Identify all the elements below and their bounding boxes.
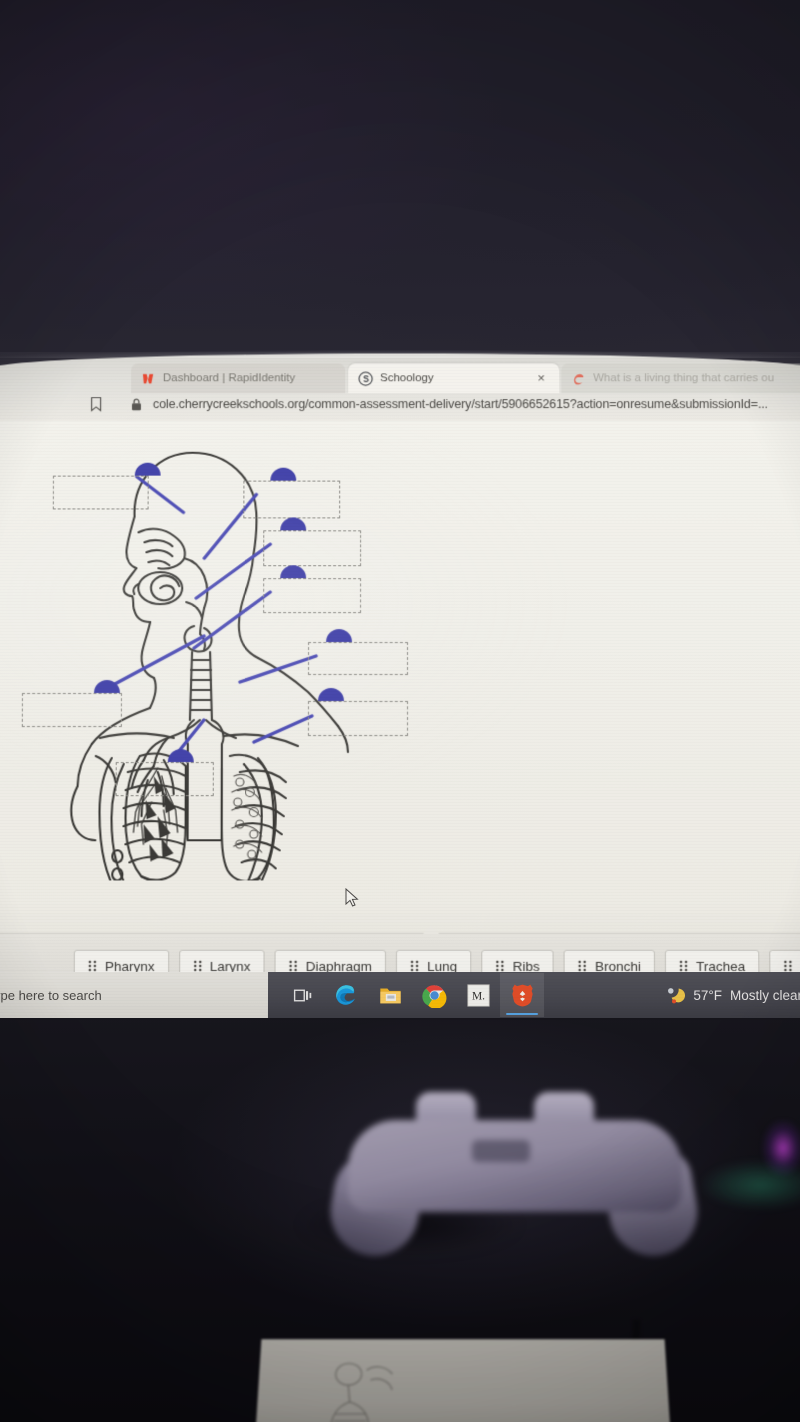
drag-handle-icon	[410, 960, 419, 972]
search-placeholder-text: ype here to search	[0, 987, 102, 1003]
svg-text:M.: M.	[471, 990, 484, 1002]
assessment-page-body: Pharynx Larynx Diaphragm Lung Ribs Bronc…	[0, 420, 800, 1002]
monitor-screen: Dashboard | RapidIdentity Schoology × Wh…	[0, 352, 800, 1020]
edge-glyph	[336, 985, 355, 1005]
task-view-icon[interactable]	[280, 973, 324, 1017]
microsoft-edge-icon[interactable]	[324, 973, 368, 1017]
weather-condition: Mostly clear	[729, 987, 800, 1003]
drag-handle-icon	[193, 960, 202, 972]
folder-glyph	[379, 988, 401, 1003]
chrome-glyph	[421, 984, 446, 1008]
browser-omnibox-row[interactable]: cole.cherrycreekschools.org/common-asses…	[0, 389, 800, 419]
m-app-glyph: M.	[466, 984, 490, 1006]
browser-tabstrip: Dashboard | RapidIdentity Schoology × Wh…	[0, 359, 800, 394]
taskbar-weather-widget[interactable]: 57°F Mostly clear	[663, 972, 800, 1018]
m-app-icon[interactable]: M.	[456, 973, 500, 1017]
url-text[interactable]: cole.cherrycreekschools.org/common-asses…	[153, 397, 768, 411]
windows-taskbar: ype here to search M. 57°F Mostly clear	[0, 972, 800, 1018]
photo-of-monitor-scene: Dashboard | RapidIdentity Schoology × Wh…	[0, 0, 800, 1422]
drag-handle-icon	[784, 960, 792, 972]
game-controller	[323, 1080, 705, 1263]
tab-title: Schoology	[380, 372, 434, 385]
taskbar-search-box[interactable]: ype here to search	[0, 972, 269, 1018]
drop-target-upper-right-1[interactable]	[243, 480, 341, 519]
weather-temperature: 57°F	[693, 987, 723, 1003]
lock-icon	[131, 398, 142, 410]
drag-handle-icon	[679, 960, 688, 972]
drop-target-upper-right-3[interactable]	[263, 578, 362, 614]
drop-target-upper-right-2[interactable]	[263, 530, 362, 567]
browser-chrome: Dashboard | RapidIdentity Schoology × Wh…	[0, 353, 800, 421]
google-chrome-icon[interactable]	[412, 973, 456, 1017]
brave-browser-icon[interactable]	[499, 973, 545, 1018]
drop-target-mid-right[interactable]	[308, 642, 408, 676]
drop-target-bottom[interactable]	[115, 762, 214, 797]
drop-target-lower-left[interactable]	[21, 692, 122, 728]
moon-weather-icon	[668, 988, 686, 1004]
drop-target-nasal-cavity[interactable]	[52, 475, 149, 510]
close-icon[interactable]: ×	[537, 370, 550, 385]
brave-lion-glyph	[511, 984, 533, 1006]
tab-title: What is a living thing that carries ou	[593, 372, 775, 385]
rapididentity-icon	[142, 373, 154, 383]
schoology-icon	[358, 371, 373, 386]
drag-handle-icon	[88, 960, 97, 972]
drag-handle-icon	[289, 960, 297, 972]
respiratory-system-diagram	[7, 421, 458, 880]
leader-lines	[98, 477, 318, 762]
tray-caret-icon	[422, 925, 441, 935]
paper-worksheet	[254, 1339, 672, 1422]
bookmark-icon[interactable]	[89, 396, 103, 412]
drag-handle-icon	[578, 960, 587, 972]
mouse-cursor	[345, 888, 359, 907]
file-explorer-icon[interactable]	[368, 973, 412, 1017]
drop-target-lower-right[interactable]	[307, 700, 409, 737]
rgb-led-glow-secondary	[700, 1160, 800, 1210]
task-view-glyph	[293, 989, 311, 1001]
drag-handle-icon	[496, 960, 504, 972]
edge-icon	[574, 373, 584, 385]
taskbar-icon-strip: M. 57°F Mostly clear	[267, 972, 800, 1018]
tab-title: Dashboard | RapidIdentity	[162, 372, 296, 385]
worksheet-sketch	[305, 1359, 428, 1422]
